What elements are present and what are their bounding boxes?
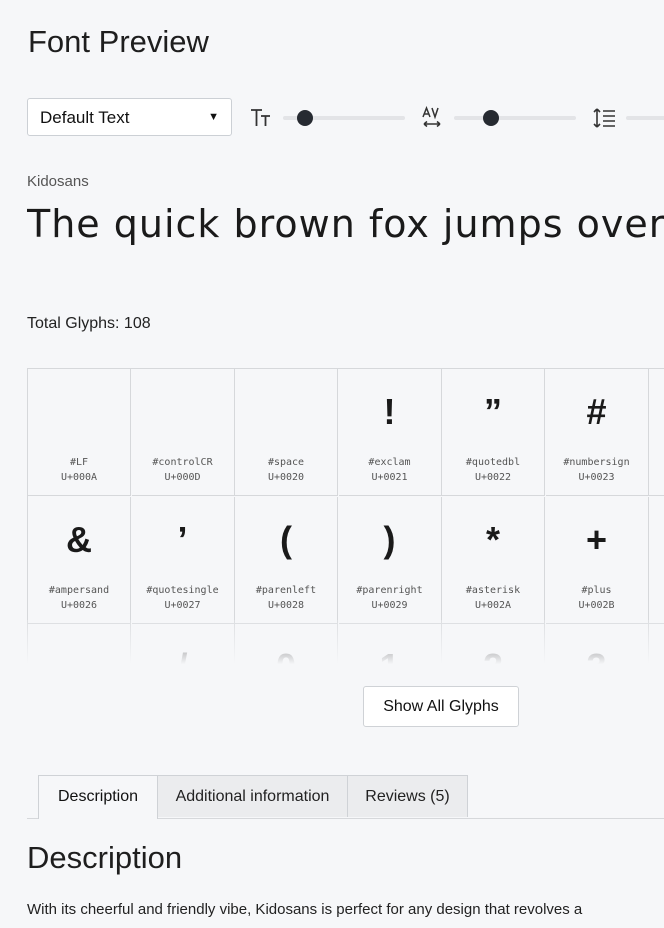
- glyph-name: #quotedbl: [465, 457, 521, 468]
- glyph-char: &: [66, 518, 92, 560]
- glyph-code: U+0027: [164, 599, 201, 611]
- glyph-code: U+0021: [371, 472, 408, 483]
- page-title: Font Preview: [28, 24, 209, 59]
- glyph-cell[interactable]: + #plus U+002B: [545, 496, 649, 624]
- glyph-code: U+002B: [578, 599, 615, 611]
- glyph-code: U+0026: [60, 599, 98, 611]
- glyph-cell[interactable]: ) #parenright U+0029: [338, 496, 442, 624]
- glyph-code: U+0029: [371, 599, 408, 611]
- glyph-code: U+0023: [578, 472, 615, 483]
- glyph-char: [132, 387, 234, 437]
- glyph-code: U+0020: [267, 472, 305, 483]
- glyph-grid-fade: [0, 620, 664, 672]
- glyph-char: *: [485, 518, 500, 560]
- glyph-cell[interactable]: ” #quotedbl U+0022: [442, 369, 545, 496]
- tab-reviews[interactable]: Reviews (5): [347, 775, 468, 817]
- product-tabs: Description Additional information Revie…: [27, 775, 664, 819]
- glyph-name: #LF: [69, 457, 89, 468]
- glyph-name: #asterisk: [465, 584, 521, 596]
- glyph-char: !: [383, 391, 396, 432]
- line-height-slider[interactable]: [626, 116, 664, 120]
- glyph-cell[interactable]: #space U+0020: [235, 369, 338, 496]
- font-size-slider-thumb[interactable]: [296, 110, 313, 126]
- letter-spacing-slider[interactable]: [454, 110, 576, 126]
- text-select-value: Default Text: [40, 108, 130, 127]
- line-height-icon: [593, 108, 615, 128]
- show-all-glyphs-button[interactable]: Show All Glyphs: [363, 686, 519, 727]
- description-text: With its cheerful and friendly vibe, Kid…: [27, 901, 583, 918]
- glyph-cell[interactable]: [649, 369, 664, 496]
- tab-description[interactable]: Description: [38, 775, 158, 819]
- total-glyphs: Total Glyphs: 108: [27, 315, 151, 332]
- glyph-cell[interactable]: #LF U+000A: [28, 369, 131, 496]
- glyph-cell[interactable]: ! #exclam U+0021: [338, 369, 442, 496]
- glyph-cell[interactable]: * #asterisk U+002A: [442, 496, 545, 624]
- glyph-cell[interactable]: #controlCR U+000D: [131, 369, 235, 496]
- chevron-down-icon: ▼: [208, 111, 219, 123]
- glyph-char: (: [280, 518, 292, 560]
- preview-text: The quick brown fox jumps over the lazy …: [27, 202, 664, 246]
- letter-spacing-slider-thumb[interactable]: [482, 110, 499, 126]
- glyph-code: U+0028: [267, 599, 305, 611]
- glyph-char: [235, 387, 337, 437]
- glyph-name: #controlCR: [152, 457, 213, 468]
- glyph-char: ): [383, 518, 396, 560]
- glyph-char: +: [585, 518, 608, 560]
- glyph-name: #exclam: [368, 457, 411, 468]
- font-size-slider[interactable]: [283, 110, 405, 126]
- glyph-code: U+000D: [164, 472, 201, 483]
- glyph-cell[interactable]: # #numbersign U+0023: [545, 369, 649, 496]
- glyph-char: #: [586, 391, 607, 432]
- glyph-char: ’: [177, 518, 188, 560]
- text-select[interactable]: Default Text ▼: [27, 98, 232, 136]
- glyph-cell[interactable]: [649, 497, 664, 624]
- glyph-name: #parenright: [356, 584, 423, 596]
- glyph-name: #ampersand: [48, 584, 110, 596]
- font-name: Kidosans: [27, 173, 89, 190]
- glyph-name: #parenleft: [255, 584, 317, 596]
- glyph-cell[interactable]: & #ampersand U+0026: [28, 496, 131, 624]
- font-size-icon: [251, 109, 270, 126]
- letter-spacing-icon: [422, 106, 441, 128]
- glyph-code: U+002A: [474, 599, 512, 611]
- tab-additional-information[interactable]: Additional information: [157, 775, 348, 817]
- glyph-code: U+000A: [60, 472, 98, 483]
- description-title: Description: [27, 840, 183, 875]
- glyph-name: #space: [267, 457, 305, 468]
- glyph-name: #quotesingle: [146, 584, 219, 596]
- glyph-code: U+0022: [474, 472, 512, 483]
- glyph-name: #plus: [581, 584, 612, 596]
- glyph-char: [28, 387, 130, 437]
- glyph-name: #numbersign: [563, 457, 630, 468]
- glyph-cell[interactable]: ( #parenleft U+0028: [235, 496, 338, 624]
- preview-controls: Default Text ▼: [27, 98, 664, 138]
- glyph-char: ”: [484, 391, 502, 432]
- glyph-cell[interactable]: ’ #quotesingle U+0027: [131, 496, 235, 624]
